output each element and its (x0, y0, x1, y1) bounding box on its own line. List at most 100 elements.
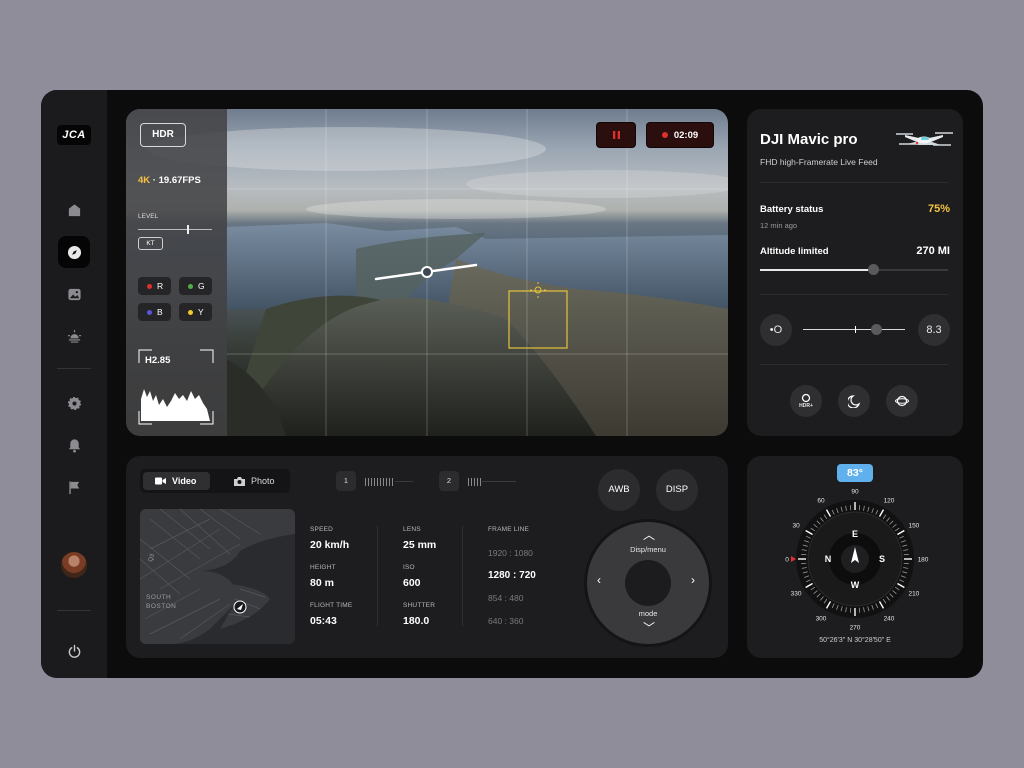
counter-1[interactable]: 1 (336, 471, 356, 491)
divider (377, 526, 378, 626)
moon-icon (847, 394, 860, 408)
drone-subtitle: FHD high-Framerate Live Feed (760, 157, 878, 167)
compass-ring-label: 0 (785, 557, 789, 564)
iso-value: 600 (403, 577, 421, 589)
exposure-slider[interactable] (803, 324, 905, 335)
planet-mode-button[interactable] (886, 385, 918, 417)
compass-ring-label: 120 (884, 498, 895, 505)
altitude-slider-fill (760, 269, 873, 271)
record-dot-icon (661, 132, 668, 138)
compass-ring-label: 30 (792, 523, 800, 530)
kt-toggle[interactable]: KT (138, 237, 163, 250)
cardinal-n-left: N (825, 554, 832, 564)
battery-value: 75% (927, 203, 950, 215)
camera-feed[interactable]: HDR 4K · 19.67FPS LEVEL KT R G B Y H2.85… (126, 109, 728, 436)
altitude-slider[interactable] (760, 264, 948, 275)
cardinal-w-bottom: W (851, 580, 860, 590)
compass-icon (67, 245, 81, 259)
sun-icon (67, 329, 81, 343)
counter-2[interactable]: 2 (439, 471, 459, 491)
gauge-1 (365, 478, 413, 486)
disp-button[interactable]: DISP (656, 469, 698, 511)
record-timer[interactable]: 02:09 (646, 122, 714, 148)
level-slider[interactable] (138, 229, 212, 230)
tab-video[interactable]: Video (143, 472, 210, 490)
compass-ring-label: 330 (791, 591, 802, 598)
flight-time-value: 05:43 (310, 615, 337, 627)
gear-icon (67, 396, 81, 410)
shutter-label: SHUTTER (403, 602, 436, 609)
lens-value: 25 mm (403, 539, 437, 551)
night-mode-button[interactable] (838, 385, 870, 417)
avatar[interactable] (61, 552, 87, 578)
sidebar-item-light[interactable] (58, 320, 90, 352)
power-icon (68, 644, 80, 658)
frame-line-option[interactable]: 640 : 360 (488, 616, 523, 626)
compass-dial: 0 30 60 90 120 150 180 210 240 270 300 330 E W N S (785, 489, 929, 632)
app-logo: JCA (57, 125, 91, 145)
exposure-center-tick (855, 326, 856, 333)
camera-settings-overlay: HDR 4K · 19.67FPS LEVEL KT R G B Y H2.85 (126, 109, 227, 436)
channel-r[interactable]: R (138, 277, 171, 295)
left-arrow-icon[interactable]: ‹ (597, 573, 601, 587)
pause-button[interactable] (596, 122, 636, 148)
mini-map[interactable]: SOUTH BOSTON Q3 (140, 509, 295, 644)
height-value: 80 m (310, 577, 334, 589)
power-button[interactable] (58, 635, 90, 667)
compass-ring-label: 240 (884, 615, 895, 622)
drone-title: DJI Mavic pro (760, 131, 858, 148)
shutter-value: 180.0 (403, 615, 430, 627)
gauge-2 (468, 478, 516, 486)
sidebar-item-flag[interactable] (58, 471, 90, 503)
channel-y[interactable]: Y (179, 303, 212, 321)
iso-label: ISO (403, 564, 415, 571)
sidebar-divider (57, 368, 91, 369)
channel-g[interactable]: G (179, 277, 212, 295)
up-arrow-icon[interactable]: ︿ (643, 526, 655, 543)
flight-control-panel: Video Photo 1 2 SOUTH BOSTON Q3 SPEED 20… (126, 456, 728, 658)
camera-icon (234, 476, 245, 486)
altitude-slider-knob[interactable] (867, 264, 879, 275)
dpad-mode-label: mode (638, 609, 658, 618)
divider (462, 526, 463, 626)
drone-image (896, 132, 953, 146)
down-arrow-icon[interactable]: ﹀ (643, 619, 655, 636)
lens-label: LENS (403, 526, 421, 533)
frame-line-option[interactable]: 854 : 480 (488, 593, 523, 603)
tab-photo[interactable]: Photo (222, 472, 286, 490)
compass-ring-label: 60 (817, 498, 825, 505)
compass-ring-label: 210 (908, 591, 919, 598)
hdr-toggle[interactable]: HDR (140, 123, 186, 147)
compass-ring-label: 150 (908, 523, 919, 530)
sidebar-item-gallery[interactable] (58, 278, 90, 310)
cardinal-s-right: S (879, 554, 885, 564)
capture-mode-tabs: Video Photo (140, 469, 290, 493)
dpad-center-button[interactable] (625, 560, 671, 606)
sidebar-divider (57, 610, 91, 611)
channel-dot (147, 310, 152, 315)
heading-marker (791, 556, 796, 562)
map-area-label: SOUTH BOSTON (146, 594, 177, 610)
right-arrow-icon[interactable]: › (691, 573, 695, 587)
sidebar-item-compass[interactable] (58, 236, 90, 268)
exposure-slider-knob[interactable] (871, 324, 882, 335)
exposure-toggle[interactable]: •O (760, 314, 792, 346)
channel-b[interactable]: B (138, 303, 171, 321)
frame-line-option[interactable]: 1920 : 1080 (488, 548, 533, 558)
exposure-value: 8.3 (918, 314, 950, 346)
sidebar-item-settings[interactable] (58, 387, 90, 419)
hdr-plus-button[interactable]: HDR+ (790, 385, 822, 417)
heading-badge: 83° (837, 464, 873, 482)
altitude-label: Altitude limited (760, 246, 829, 257)
channel-dot (188, 310, 193, 315)
dpad-menu-label: Disp/menu (630, 545, 666, 554)
pause-icon (612, 131, 620, 139)
sidebar-item-notifications[interactable] (58, 429, 90, 461)
level-slider-knob[interactable] (187, 225, 189, 234)
frame-line-option-selected[interactable]: 1280 : 720 (488, 570, 536, 581)
awb-button[interactable]: AWB (598, 469, 640, 511)
sidebar-item-home[interactable] (58, 194, 90, 226)
gps-coordinates: 50°26'3" N 30°28'50" E (819, 637, 891, 644)
direction-pad[interactable]: ︿ Disp/menu ‹ › mode ﹀ (584, 519, 712, 647)
channel-dot (147, 284, 152, 289)
